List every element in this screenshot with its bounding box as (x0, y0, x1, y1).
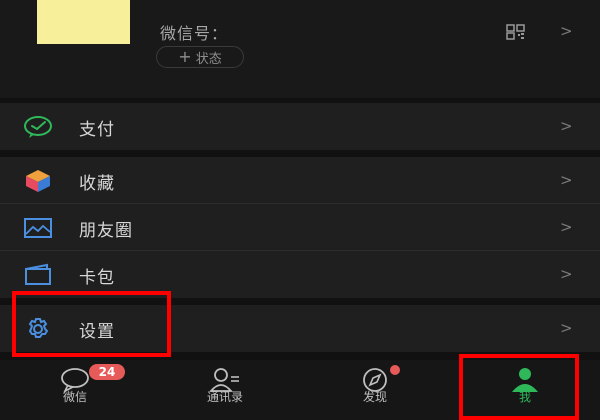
notification-dot (390, 365, 400, 375)
menu-item-pay[interactable]: 支付 > (0, 103, 600, 150)
chevron-right-icon: > (560, 319, 573, 337)
highlight-box-me-tab (459, 354, 579, 420)
menu-item-label: 支付 (79, 120, 115, 140)
menu-item-moments[interactable]: 朋友圈 > (0, 204, 600, 251)
favorites-icon (26, 170, 50, 192)
wechat-id-label: 微信号： (160, 24, 229, 43)
menu-item-label: 收藏 (79, 174, 115, 194)
highlight-box-settings (12, 291, 171, 357)
chevron-right-icon: > (560, 22, 573, 40)
payment-icon (24, 116, 52, 138)
menu-item-favorites[interactable]: 收藏 > (0, 157, 600, 204)
moments-icon (24, 218, 52, 238)
chevron-right-icon: > (560, 265, 573, 283)
status-button[interactable]: + 状态 (156, 46, 244, 68)
menu-item-label: 卡包 (79, 268, 115, 288)
chevron-right-icon: > (560, 117, 573, 135)
avatar[interactable] (37, 0, 130, 44)
menu-item-label: 朋友圈 (79, 221, 133, 241)
tab-label: 发现 (362, 390, 387, 404)
tab-label: 通讯录 (206, 390, 243, 404)
unread-badge: 24 (89, 364, 125, 380)
tab-discover[interactable]: 发现 (315, 360, 435, 420)
profile-header[interactable]: 微信号： > + 状态 (0, 0, 600, 98)
plus-icon: + (178, 47, 192, 66)
section-gap (0, 150, 600, 157)
status-label: 状态 (195, 51, 222, 67)
chevron-right-icon: > (560, 171, 573, 189)
qr-code-icon[interactable] (506, 24, 526, 40)
card-wallet-icon (25, 263, 51, 285)
tab-label: 微信 (62, 390, 87, 404)
tab-contacts[interactable]: 通讯录 (165, 360, 285, 420)
chevron-right-icon: > (560, 218, 573, 236)
